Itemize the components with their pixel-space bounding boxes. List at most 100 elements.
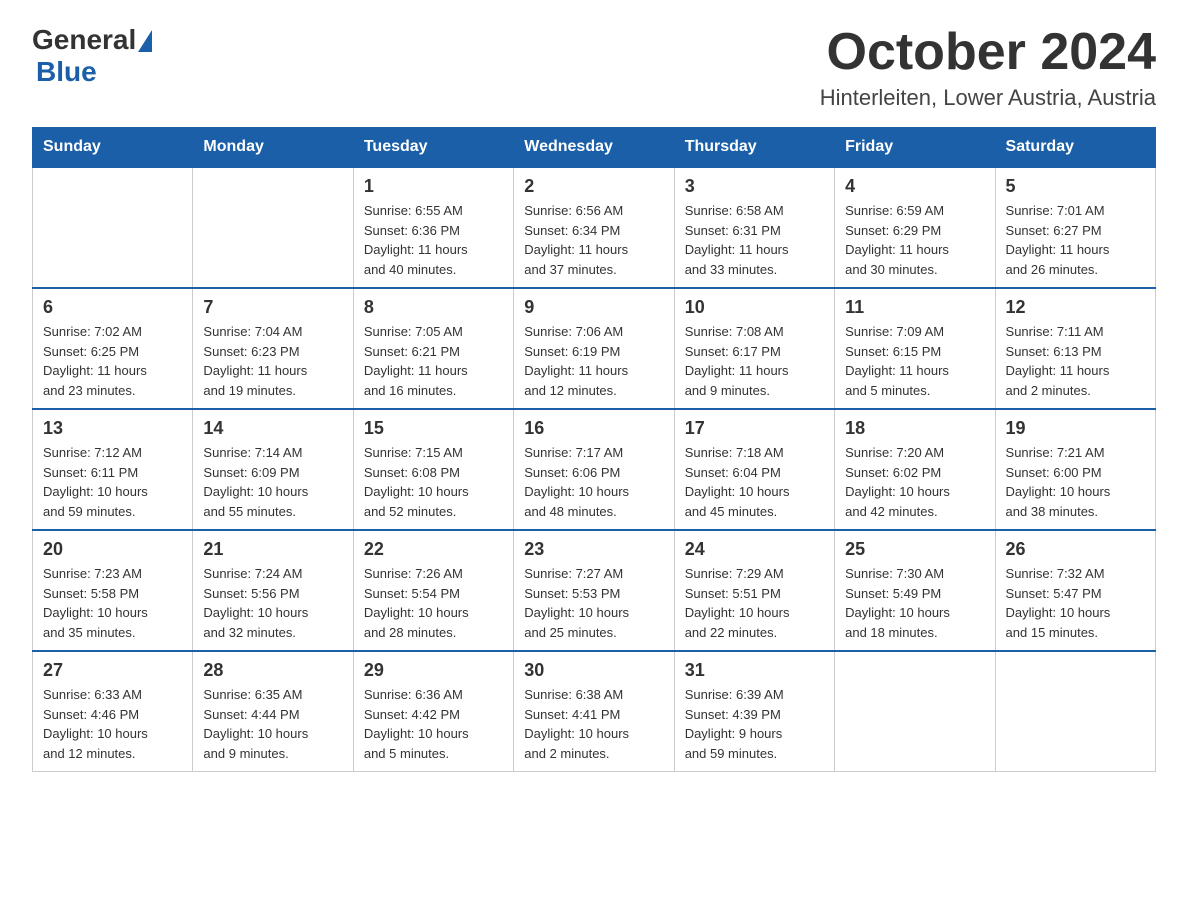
calendar-week-row: 6 Sunrise: 7:02 AM Sunset: 6:25 PM Daylig… (33, 288, 1156, 409)
calendar-cell: 25 Sunrise: 7:30 AM Sunset: 5:49 PM Dayli… (835, 530, 995, 651)
day-number: 18 (845, 418, 984, 439)
day-info: Sunrise: 7:11 AM Sunset: 6:13 PM Dayligh… (1006, 322, 1145, 400)
day-info: Sunrise: 6:58 AM Sunset: 6:31 PM Dayligh… (685, 201, 824, 279)
day-number: 22 (364, 539, 503, 560)
day-info: Sunrise: 6:33 AM Sunset: 4:46 PM Dayligh… (43, 685, 182, 763)
weekday-header-friday: Friday (835, 128, 995, 168)
calendar-cell: 7 Sunrise: 7:04 AM Sunset: 6:23 PM Daylig… (193, 288, 353, 409)
day-info: Sunrise: 7:30 AM Sunset: 5:49 PM Dayligh… (845, 564, 984, 642)
day-info: Sunrise: 7:02 AM Sunset: 6:25 PM Dayligh… (43, 322, 182, 400)
weekday-header-sunday: Sunday (33, 128, 193, 168)
day-info: Sunrise: 7:04 AM Sunset: 6:23 PM Dayligh… (203, 322, 342, 400)
day-info: Sunrise: 7:05 AM Sunset: 6:21 PM Dayligh… (364, 322, 503, 400)
calendar-cell (835, 651, 995, 772)
day-number: 29 (364, 660, 503, 681)
calendar-cell: 12 Sunrise: 7:11 AM Sunset: 6:13 PM Dayli… (995, 288, 1155, 409)
day-number: 15 (364, 418, 503, 439)
calendar-cell: 2 Sunrise: 6:56 AM Sunset: 6:34 PM Daylig… (514, 167, 674, 288)
day-info: Sunrise: 7:20 AM Sunset: 6:02 PM Dayligh… (845, 443, 984, 521)
day-number: 12 (1006, 297, 1145, 318)
month-title: October 2024 (820, 24, 1156, 81)
calendar-cell: 28 Sunrise: 6:35 AM Sunset: 4:44 PM Dayli… (193, 651, 353, 772)
calendar-cell: 18 Sunrise: 7:20 AM Sunset: 6:02 PM Dayli… (835, 409, 995, 530)
logo-blue-text: Blue (36, 56, 97, 88)
day-number: 2 (524, 176, 663, 197)
calendar-cell: 23Sunrise: 7:27 AM Sunset: 5:53 PM Dayli… (514, 530, 674, 651)
day-number: 13 (43, 418, 182, 439)
calendar-cell: 5Sunrise: 7:01 AM Sunset: 6:27 PM Daylig… (995, 167, 1155, 288)
day-info: Sunrise: 6:36 AM Sunset: 4:42 PM Dayligh… (364, 685, 503, 763)
weekday-header-monday: Monday (193, 128, 353, 168)
day-number: 26 (1006, 539, 1145, 560)
weekday-header-saturday: Saturday (995, 128, 1155, 168)
day-number: 31 (685, 660, 824, 681)
calendar-table: SundayMondayTuesdayWednesdayThursdayFrid… (32, 127, 1156, 772)
day-number: 14 (203, 418, 342, 439)
day-info: Sunrise: 7:27 AM Sunset: 5:53 PM Dayligh… (524, 564, 663, 642)
day-number: 11 (845, 297, 984, 318)
day-number: 16 (524, 418, 663, 439)
calendar-cell: 24 Sunrise: 7:29 AM Sunset: 5:51 PM Dayli… (674, 530, 834, 651)
day-number: 10 (685, 297, 824, 318)
calendar-cell: 8 Sunrise: 7:05 AM Sunset: 6:21 PM Daylig… (353, 288, 513, 409)
day-info: Sunrise: 7:24 AM Sunset: 5:56 PM Dayligh… (203, 564, 342, 642)
day-info: Sunrise: 6:55 AM Sunset: 6:36 PM Dayligh… (364, 201, 503, 279)
day-info: Sunrise: 6:39 AM Sunset: 4:39 PM Dayligh… (685, 685, 824, 763)
weekday-header-tuesday: Tuesday (353, 128, 513, 168)
day-number: 6 (43, 297, 182, 318)
calendar-cell: 16Sunrise: 7:17 AM Sunset: 6:06 PM Dayli… (514, 409, 674, 530)
calendar-cell: 13 Sunrise: 7:12 AM Sunset: 6:11 PM Dayli… (33, 409, 193, 530)
day-info: Sunrise: 7:29 AM Sunset: 5:51 PM Dayligh… (685, 564, 824, 642)
day-info: Sunrise: 7:01 AM Sunset: 6:27 PM Dayligh… (1006, 201, 1145, 279)
logo: General Blue (32, 24, 152, 88)
day-info: Sunrise: 7:09 AM Sunset: 6:15 PM Dayligh… (845, 322, 984, 400)
calendar-cell: 15 Sunrise: 7:15 AM Sunset: 6:08 PM Dayli… (353, 409, 513, 530)
location-title: Hinterleiten, Lower Austria, Austria (820, 85, 1156, 111)
calendar-week-row: 27 Sunrise: 6:33 AM Sunset: 4:46 PM Dayli… (33, 651, 1156, 772)
calendar-cell: 21 Sunrise: 7:24 AM Sunset: 5:56 PM Dayli… (193, 530, 353, 651)
calendar-header-row: SundayMondayTuesdayWednesdayThursdayFrid… (33, 128, 1156, 168)
day-info: Sunrise: 7:14 AM Sunset: 6:09 PM Dayligh… (203, 443, 342, 521)
weekday-header-thursday: Thursday (674, 128, 834, 168)
calendar-cell: 14 Sunrise: 7:14 AM Sunset: 6:09 PM Dayli… (193, 409, 353, 530)
calendar-cell: 30Sunrise: 6:38 AM Sunset: 4:41 PM Dayli… (514, 651, 674, 772)
day-info: Sunrise: 6:35 AM Sunset: 4:44 PM Dayligh… (203, 685, 342, 763)
day-number: 7 (203, 297, 342, 318)
day-number: 28 (203, 660, 342, 681)
calendar-cell: 9 Sunrise: 7:06 AM Sunset: 6:19 PM Daylig… (514, 288, 674, 409)
calendar-cell: 1 Sunrise: 6:55 AM Sunset: 6:36 PM Daylig… (353, 167, 513, 288)
day-number: 3 (685, 176, 824, 197)
day-number: 8 (364, 297, 503, 318)
day-info: Sunrise: 7:06 AM Sunset: 6:19 PM Dayligh… (524, 322, 663, 400)
title-area: October 2024 Hinterleiten, Lower Austria… (820, 24, 1156, 111)
calendar-cell (193, 167, 353, 288)
day-info: Sunrise: 7:18 AM Sunset: 6:04 PM Dayligh… (685, 443, 824, 521)
calendar-cell: 31 Sunrise: 6:39 AM Sunset: 4:39 PM Dayli… (674, 651, 834, 772)
day-number: 25 (845, 539, 984, 560)
calendar-cell: 26Sunrise: 7:32 AM Sunset: 5:47 PM Dayli… (995, 530, 1155, 651)
day-number: 9 (524, 297, 663, 318)
calendar-cell: 19Sunrise: 7:21 AM Sunset: 6:00 PM Dayli… (995, 409, 1155, 530)
day-info: Sunrise: 7:12 AM Sunset: 6:11 PM Dayligh… (43, 443, 182, 521)
day-info: Sunrise: 7:15 AM Sunset: 6:08 PM Dayligh… (364, 443, 503, 521)
calendar-cell: 17Sunrise: 7:18 AM Sunset: 6:04 PM Dayli… (674, 409, 834, 530)
day-info: Sunrise: 7:08 AM Sunset: 6:17 PM Dayligh… (685, 322, 824, 400)
day-number: 30 (524, 660, 663, 681)
calendar-week-row: 20Sunrise: 7:23 AM Sunset: 5:58 PM Dayli… (33, 530, 1156, 651)
calendar-cell: 20Sunrise: 7:23 AM Sunset: 5:58 PM Dayli… (33, 530, 193, 651)
calendar-cell (995, 651, 1155, 772)
day-number: 24 (685, 539, 824, 560)
day-number: 27 (43, 660, 182, 681)
day-number: 1 (364, 176, 503, 197)
logo-triangle-icon (138, 30, 152, 52)
day-info: Sunrise: 7:26 AM Sunset: 5:54 PM Dayligh… (364, 564, 503, 642)
calendar-week-row: 13 Sunrise: 7:12 AM Sunset: 6:11 PM Dayli… (33, 409, 1156, 530)
calendar-week-row: 1 Sunrise: 6:55 AM Sunset: 6:36 PM Daylig… (33, 167, 1156, 288)
day-number: 21 (203, 539, 342, 560)
calendar-cell: 3 Sunrise: 6:58 AM Sunset: 6:31 PM Daylig… (674, 167, 834, 288)
day-number: 20 (43, 539, 182, 560)
day-info: Sunrise: 6:56 AM Sunset: 6:34 PM Dayligh… (524, 201, 663, 279)
day-info: Sunrise: 7:21 AM Sunset: 6:00 PM Dayligh… (1006, 443, 1145, 521)
calendar-cell: 22 Sunrise: 7:26 AM Sunset: 5:54 PM Dayli… (353, 530, 513, 651)
calendar-cell: 6 Sunrise: 7:02 AM Sunset: 6:25 PM Daylig… (33, 288, 193, 409)
